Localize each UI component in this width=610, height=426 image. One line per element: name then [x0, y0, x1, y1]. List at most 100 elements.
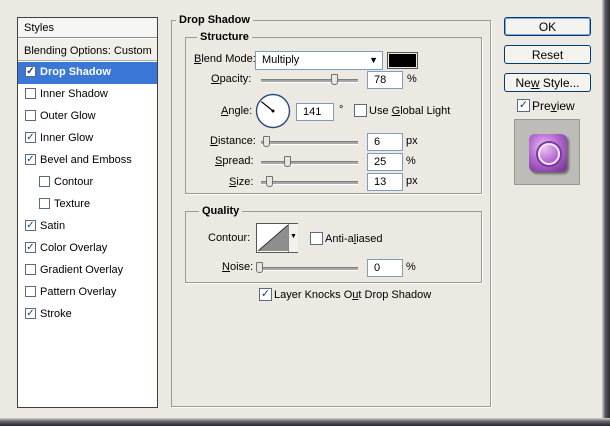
style-item-label: Inner Glow	[40, 132, 94, 144]
blend-mode-label: Blend Mode:	[194, 53, 256, 65]
style-item[interactable]: ✓ Satin	[18, 216, 157, 238]
spread-slider-track[interactable]	[261, 161, 358, 165]
noise-slider-track[interactable]	[256, 267, 358, 271]
style-item-checkbox[interactable]: ✓	[25, 154, 36, 165]
ok-button[interactable]: OK	[504, 17, 591, 36]
anti-aliased-label: Anti-aliased	[325, 233, 383, 245]
blending-options-label: Blending Options: Custom	[24, 45, 152, 57]
style-item[interactable]: ✓ Stroke	[18, 304, 157, 326]
style-item[interactable]: Contour	[18, 172, 157, 194]
blend-mode-value: Multiply	[262, 54, 300, 66]
layer-knocks-out-checkbox[interactable]: ✓	[259, 288, 272, 301]
style-item-checkbox[interactable]: ✓	[25, 220, 36, 231]
style-item-checkbox[interactable]: ✓	[25, 308, 36, 319]
style-item-label: Bevel and Emboss	[40, 154, 132, 166]
size-slider-thumb[interactable]	[265, 176, 273, 187]
style-item-label: Stroke	[40, 308, 72, 320]
spread-unit: %	[406, 155, 416, 167]
styles-header[interactable]: Styles	[18, 18, 157, 38]
contour-linear-icon	[258, 225, 288, 251]
style-item-checkbox[interactable]	[25, 264, 36, 275]
style-item-label: Pattern Overlay	[40, 286, 117, 298]
ok-button-label: OK	[538, 20, 557, 34]
noise-unit: %	[406, 261, 416, 273]
use-global-light-checkbox[interactable]	[354, 104, 367, 117]
distance-unit: px	[406, 135, 418, 147]
angle-input[interactable]: 141	[296, 103, 334, 121]
distance-label: Distance:	[210, 135, 256, 147]
new-style-button[interactable]: New Style...	[504, 73, 591, 92]
style-item[interactable]: Pattern Overlay	[18, 282, 157, 304]
dropdown-arrow-icon: ▼	[369, 55, 378, 65]
preview-swatch	[529, 134, 567, 172]
style-item[interactable]: ✓ Color Overlay	[18, 238, 157, 260]
style-preview-thumbnail	[514, 119, 580, 185]
drop-shadow-title: Drop Shadow	[176, 14, 253, 26]
reset-button[interactable]: Reset	[504, 45, 591, 64]
angle-dial-center	[271, 109, 275, 113]
style-item-checkbox[interactable]: ✓	[25, 242, 36, 253]
preview-label: Preview	[532, 99, 575, 113]
contour-dropdown-button[interactable]: ▼	[288, 224, 298, 252]
anti-aliased-checkbox[interactable]	[310, 232, 323, 245]
style-item-label: Color Overlay	[40, 242, 108, 254]
style-item-checkbox[interactable]	[39, 176, 50, 187]
window-edge-right	[602, 0, 610, 426]
opacity-input[interactable]: 78	[367, 71, 403, 89]
size-slider-track[interactable]	[261, 181, 358, 185]
angle-unit: °	[339, 104, 344, 116]
style-item[interactable]: ✓ Bevel and Emboss	[18, 150, 157, 172]
style-item-checkbox[interactable]: ✓	[25, 66, 36, 77]
dropdown-arrow-icon: ▼	[290, 233, 297, 240]
contour-label: Contour:	[208, 232, 251, 244]
distance-slider-track[interactable]	[261, 141, 358, 145]
style-item-label: Gradient Overlay	[40, 264, 124, 276]
layer-knocks-out-label: Layer Knocks Out Drop Shadow	[274, 289, 432, 301]
structure-title: Structure	[197, 31, 252, 43]
opacity-slider-track[interactable]	[261, 79, 358, 83]
use-global-light-label: Use Global Light	[369, 105, 451, 117]
style-item[interactable]: Inner Shadow	[18, 84, 157, 106]
styles-header-label: Styles	[24, 22, 54, 34]
shadow-color-swatch[interactable]	[387, 52, 418, 69]
angle-label: Angle:	[221, 105, 253, 117]
preview-ring	[538, 143, 560, 165]
opacity-slider-thumb[interactable]	[331, 74, 339, 85]
angle-dial[interactable]	[255, 93, 291, 129]
style-item[interactable]: ✓ Inner Glow	[18, 128, 157, 150]
opacity-unit: %	[407, 73, 417, 85]
style-item[interactable]: Gradient Overlay	[18, 260, 157, 282]
style-item[interactable]: Outer Glow	[18, 106, 157, 128]
noise-slider-thumb[interactable]	[256, 262, 263, 273]
style-item[interactable]: ✓ Drop Shadow	[18, 62, 157, 84]
style-item-label: Satin	[40, 220, 66, 232]
noise-label: Noise:	[222, 261, 254, 273]
spread-label: Spread:	[215, 155, 254, 167]
style-item-checkbox[interactable]	[25, 88, 36, 99]
style-item[interactable]: Texture	[18, 194, 157, 216]
quality-title: Quality	[199, 205, 243, 217]
style-item-checkbox[interactable]	[25, 110, 36, 121]
distance-slider-thumb[interactable]	[262, 136, 270, 147]
contour-picker[interactable]: ▼	[256, 223, 298, 253]
blend-mode-select[interactable]: Multiply ▼	[255, 51, 383, 70]
noise-input[interactable]: 0	[367, 259, 403, 277]
opacity-label: Opacity:	[211, 73, 252, 85]
new-style-button-label: New Style...	[515, 76, 580, 90]
distance-input[interactable]: 6	[367, 133, 403, 151]
spread-slider-thumb[interactable]	[283, 156, 291, 167]
reset-button-label: Reset	[531, 48, 564, 62]
style-item-checkbox[interactable]: ✓	[25, 132, 36, 143]
style-item-label: Inner Shadow	[40, 88, 108, 100]
window-edge-bottom	[0, 418, 610, 426]
shadow-color-fill	[389, 54, 416, 67]
size-unit: px	[406, 175, 418, 187]
preview-checkbox[interactable]: ✓	[517, 99, 530, 112]
spread-input[interactable]: 25	[367, 153, 403, 171]
style-item-checkbox[interactable]	[39, 198, 50, 209]
blending-options-item[interactable]: Blending Options: Custom	[18, 39, 157, 61]
style-item-label: Contour	[54, 176, 94, 188]
style-item-checkbox[interactable]	[25, 286, 36, 297]
size-input[interactable]: 13	[367, 173, 403, 191]
styles-list: Styles Blending Options: Custom ✓ Drop Sh…	[17, 17, 158, 408]
